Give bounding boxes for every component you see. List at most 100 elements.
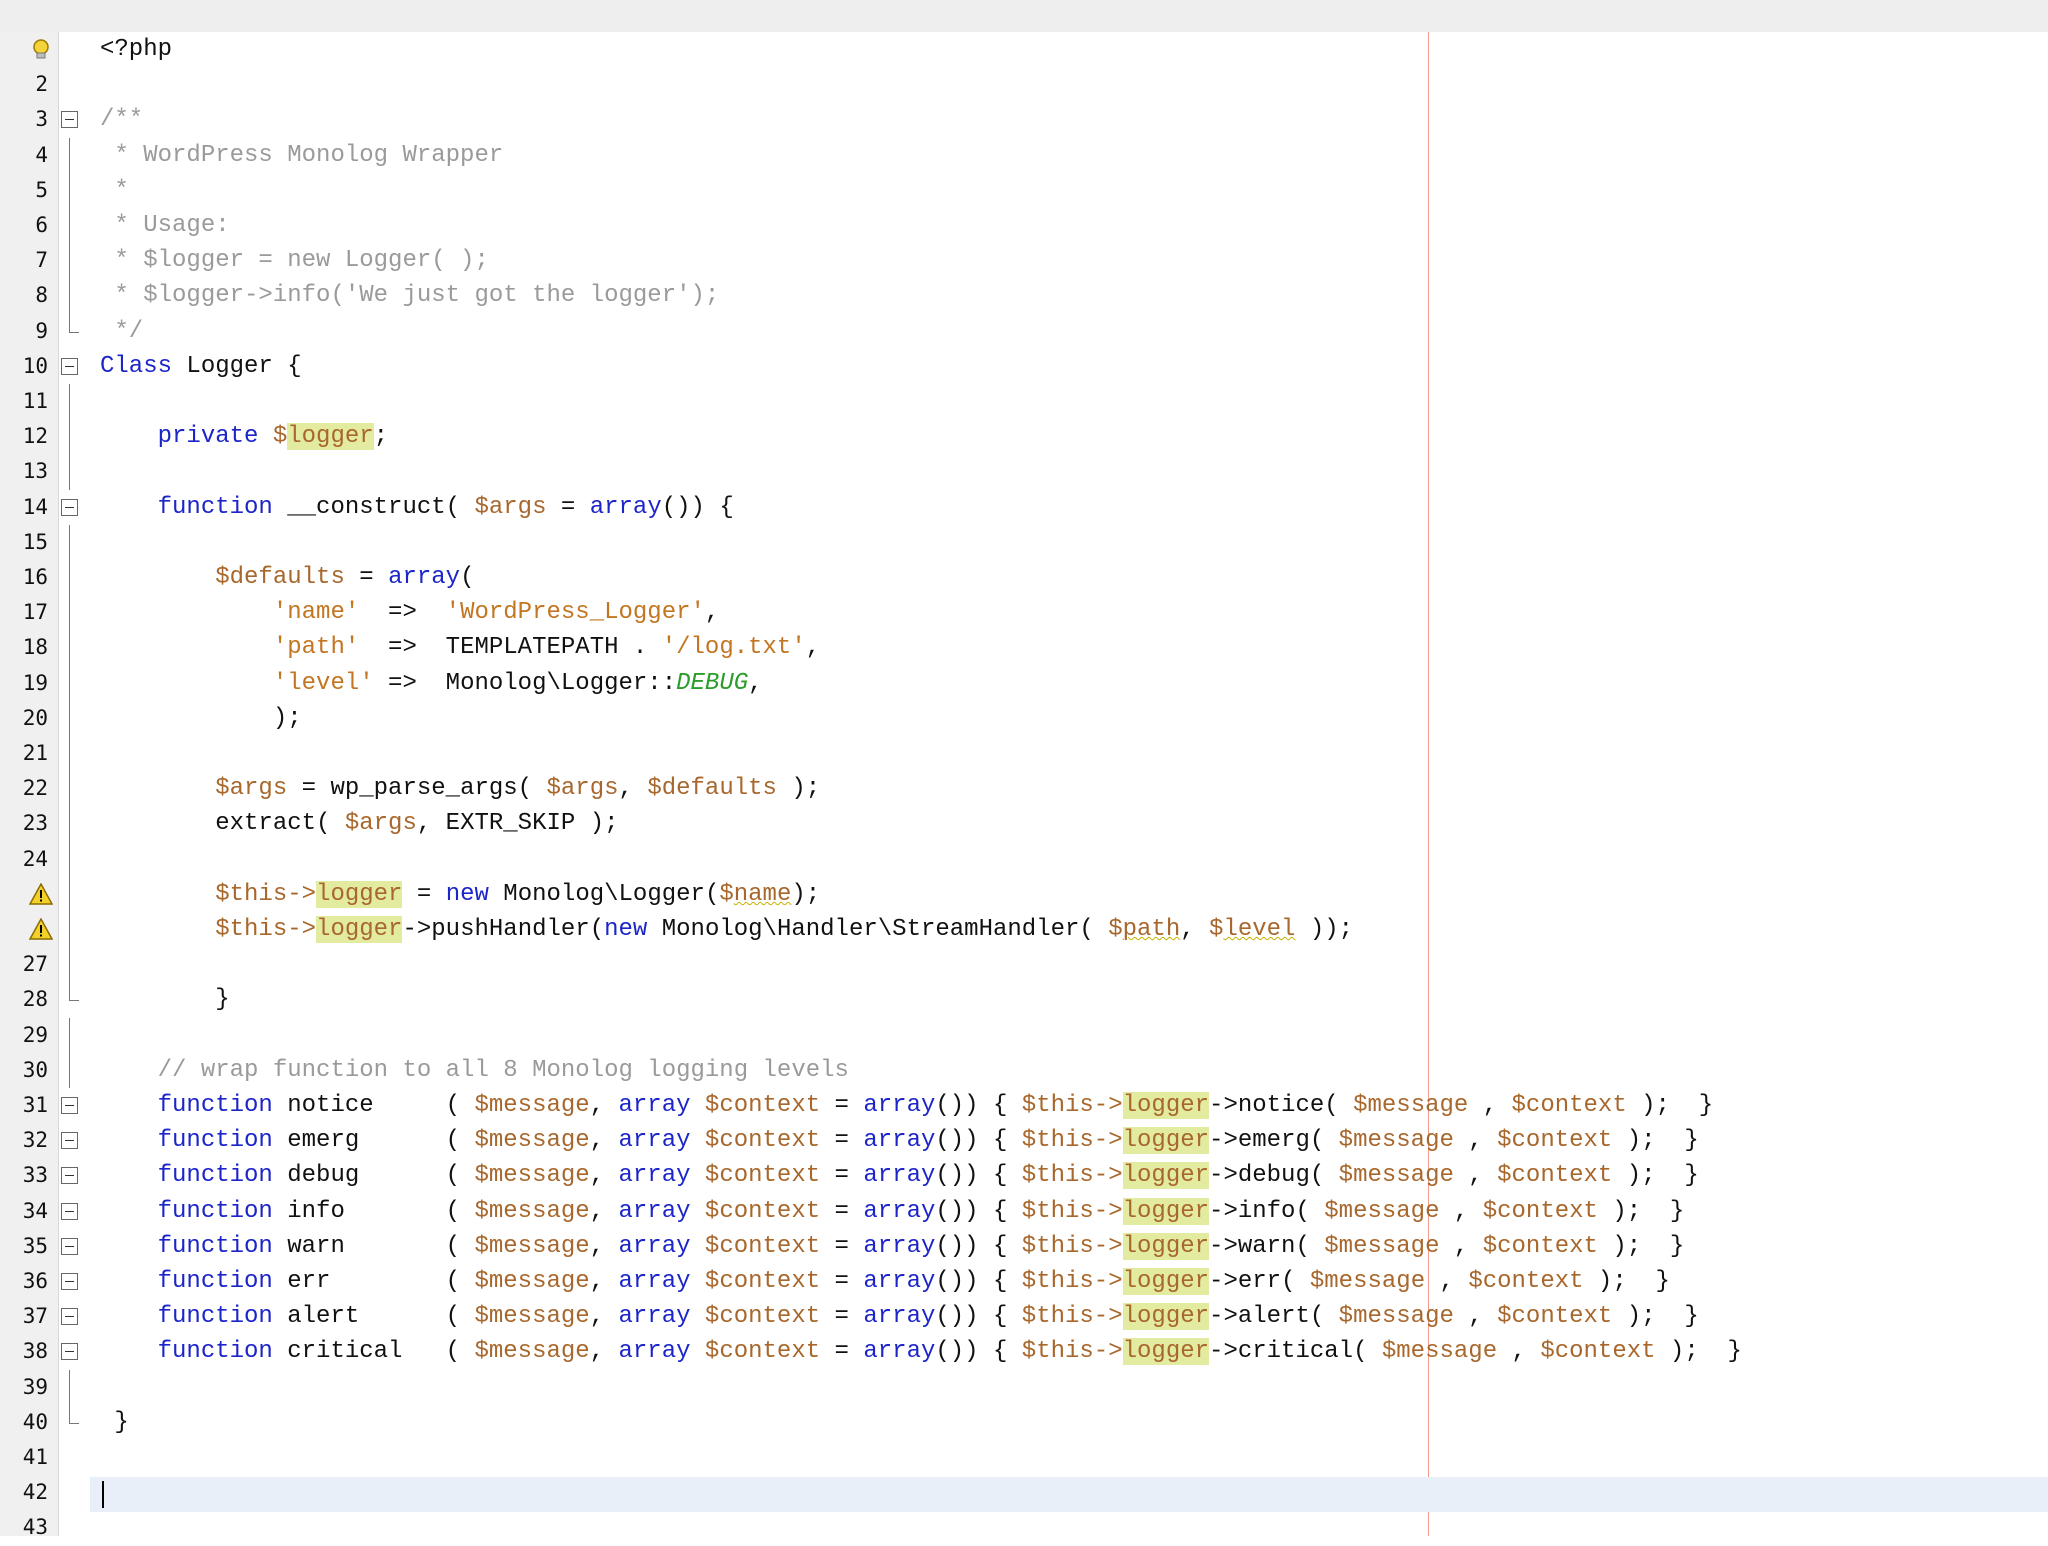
code-line[interactable]: 39 bbox=[0, 1369, 2048, 1405]
code-line[interactable]: 24 bbox=[0, 841, 2048, 877]
code-text[interactable]: function err ( $message, array $context … bbox=[100, 1264, 1670, 1299]
code-text[interactable]: } bbox=[100, 1405, 128, 1440]
fold-toggle-icon[interactable] bbox=[61, 111, 78, 129]
fold-toggle-icon[interactable] bbox=[61, 1237, 78, 1255]
code-text[interactable]: * $logger->info('We just got the logger'… bbox=[100, 278, 719, 313]
code-text[interactable]: function critical ( $message, array $con… bbox=[100, 1334, 1742, 1369]
code-text[interactable]: * Usage: bbox=[100, 208, 230, 243]
code-line[interactable]: 22 $args = wp_parse_args( $args, $defaul… bbox=[0, 771, 2048, 807]
code-text[interactable]: $this->logger = new Monolog\Logger($name… bbox=[100, 877, 820, 912]
code-line[interactable]: 8 * $logger->info('We just got the logge… bbox=[0, 278, 2048, 314]
code-text[interactable]: // wrap function to all 8 Monolog loggin… bbox=[100, 1053, 849, 1088]
code-line[interactable]: 33 function debug ( $message, array $con… bbox=[0, 1158, 2048, 1193]
code-line[interactable]: 9 */ bbox=[0, 313, 2048, 349]
code-text[interactable]: 'path' => TEMPLATEPATH . '/log.txt', bbox=[100, 630, 820, 665]
code-token: * Usage: bbox=[100, 212, 230, 239]
code-token: critical ( bbox=[272, 1338, 475, 1366]
code-text[interactable]: ); bbox=[100, 701, 302, 736]
code-text[interactable]: 'level' => Monolog\Logger::DEBUG, bbox=[100, 666, 763, 701]
fold-toggle-icon[interactable] bbox=[61, 1167, 78, 1185]
fold-toggle-icon[interactable] bbox=[61, 1202, 78, 1220]
code-token: , bbox=[589, 1197, 619, 1225]
fold-toggle-icon[interactable] bbox=[61, 498, 78, 516]
code-line[interactable]: 1<?php bbox=[0, 32, 2048, 67]
code-line[interactable]: 17 'name' => 'WordPress_Logger', bbox=[0, 595, 2048, 631]
code-line[interactable]: 11 bbox=[0, 384, 2048, 420]
code-text[interactable]: 'name' => 'WordPress_Logger', bbox=[100, 595, 720, 630]
code-line[interactable]: 40 } bbox=[0, 1404, 2048, 1440]
code-text[interactable]: $defaults = array( bbox=[100, 560, 474, 595]
code-line[interactable]: 6 * Usage: bbox=[0, 208, 2048, 244]
code-text[interactable]: } bbox=[100, 982, 229, 1017]
code-text[interactable]: function __construct( $args = array()) { bbox=[100, 490, 734, 525]
code-token: , bbox=[589, 1338, 619, 1366]
code-line[interactable]: 2 bbox=[0, 67, 2048, 102]
code-line[interactable]: 7 * $logger = new Logger( ); bbox=[0, 243, 2048, 279]
fold-toggle-icon[interactable] bbox=[61, 1273, 78, 1290]
code-line[interactable]: 36 function err ( $message, array $conte… bbox=[0, 1264, 2048, 1299]
code-line[interactable]: 27 bbox=[0, 947, 2048, 983]
code-line[interactable]: 25 $this->logger = new Monolog\Logger($n… bbox=[0, 876, 2048, 912]
line-number: 21 bbox=[22, 741, 48, 765]
code-text[interactable]: * WordPress Monolog Wrapper bbox=[100, 138, 503, 173]
fold-toggle-icon[interactable] bbox=[61, 1097, 78, 1114]
code-line[interactable]: 41 bbox=[0, 1440, 2048, 1475]
code-line[interactable]: 20 ); bbox=[0, 700, 2048, 736]
code-line[interactable]: 23 extract( $args, EXTR_SKIP ); bbox=[0, 806, 2048, 842]
warning-icon[interactable] bbox=[28, 917, 54, 940]
code-line[interactable]: 30 // wrap function to all 8 Monolog log… bbox=[0, 1052, 2048, 1088]
code-line[interactable]: 31 function notice ( $message, array $co… bbox=[0, 1088, 2048, 1123]
code-text[interactable]: */ bbox=[100, 314, 143, 349]
code-line[interactable]: 12 private $logger; bbox=[0, 419, 2048, 455]
code-line[interactable]: 16 $defaults = array( bbox=[0, 560, 2048, 596]
code-line[interactable]: 5 * bbox=[0, 172, 2048, 208]
fold-toggle-icon[interactable] bbox=[61, 1132, 78, 1150]
code-text[interactable]: <?php bbox=[100, 32, 172, 67]
code-text[interactable]: $args = wp_parse_args( $args, $defaults … bbox=[100, 771, 820, 806]
code-text[interactable]: * bbox=[100, 173, 128, 208]
lightbulb-icon[interactable] bbox=[29, 38, 53, 60]
code-line[interactable]: 38 function critical ( $message, array $… bbox=[0, 1334, 2048, 1369]
code-line[interactable]: 4 * WordPress Monolog Wrapper bbox=[0, 137, 2048, 173]
code-line[interactable]: 42 bbox=[0, 1475, 2048, 1510]
fold-toggle-icon[interactable] bbox=[61, 1308, 78, 1326]
code-text[interactable]: function info ( $message, array $context… bbox=[100, 1194, 1684, 1229]
warning-icon[interactable] bbox=[28, 882, 54, 905]
code-text[interactable]: extract( $args, EXTR_SKIP ); bbox=[100, 806, 618, 841]
code-text[interactable]: Class Logger { bbox=[100, 349, 302, 384]
code-text[interactable]: function notice ( $message, array $conte… bbox=[100, 1088, 1713, 1123]
code-text[interactable]: function alert ( $message, array $contex… bbox=[100, 1299, 1699, 1334]
code-token: $message bbox=[474, 1338, 590, 1366]
line-number: 14 bbox=[22, 494, 48, 519]
code-text[interactable]: private $logger; bbox=[100, 419, 388, 454]
fold-toggle-icon[interactable] bbox=[61, 1343, 78, 1361]
code-line[interactable]: 19 'level' => Monolog\Logger::DEBUG, bbox=[0, 665, 2048, 701]
code-text[interactable]: $this->logger->pushHandler(new Monolog\H… bbox=[100, 912, 1353, 947]
code-line[interactable]: 13 bbox=[0, 454, 2048, 490]
line-number: 36 bbox=[22, 1269, 48, 1293]
code-text[interactable]: function warn ( $message, array $context… bbox=[100, 1229, 1684, 1264]
code-line[interactable]: 3 /** bbox=[0, 102, 2048, 137]
code-token: ()) { bbox=[935, 1162, 1022, 1190]
code-text[interactable]: function emerg ( $message, array $contex… bbox=[100, 1123, 1699, 1158]
code-token: $ bbox=[1209, 916, 1224, 943]
code-line[interactable]: 18 'path' => TEMPLATEPATH . '/log.txt', bbox=[0, 630, 2048, 666]
code-line[interactable]: 35 function warn ( $message, array $cont… bbox=[0, 1229, 2048, 1264]
fold-toggle-icon[interactable] bbox=[61, 357, 78, 375]
code-line[interactable]: 28 } bbox=[0, 982, 2048, 1017]
code-line[interactable]: 43 bbox=[0, 1510, 2048, 1545]
code-line[interactable]: 29 bbox=[0, 1017, 2048, 1053]
code-line[interactable]: 26 $this->logger->pushHandler(new Monolo… bbox=[0, 912, 2048, 948]
code-line[interactable]: 37 function alert ( $message, array $con… bbox=[0, 1299, 2048, 1334]
code-line[interactable]: 21 bbox=[0, 736, 2048, 772]
fold-guide bbox=[69, 243, 70, 279]
code-text[interactable]: /** bbox=[100, 102, 143, 137]
code-line[interactable]: 10 Class Logger { bbox=[0, 349, 2048, 384]
line-number: 28 bbox=[22, 987, 48, 1012]
code-line[interactable]: 14 function __construct( $args = array()… bbox=[0, 490, 2048, 525]
code-line[interactable]: 32 function emerg ( $message, array $con… bbox=[0, 1123, 2048, 1158]
code-text[interactable]: * $logger = new Logger( ); bbox=[100, 243, 488, 278]
code-text[interactable]: function debug ( $message, array $contex… bbox=[100, 1158, 1699, 1193]
code-line[interactable]: 34 function info ( $message, array $cont… bbox=[0, 1194, 2048, 1229]
code-line[interactable]: 15 bbox=[0, 524, 2048, 560]
